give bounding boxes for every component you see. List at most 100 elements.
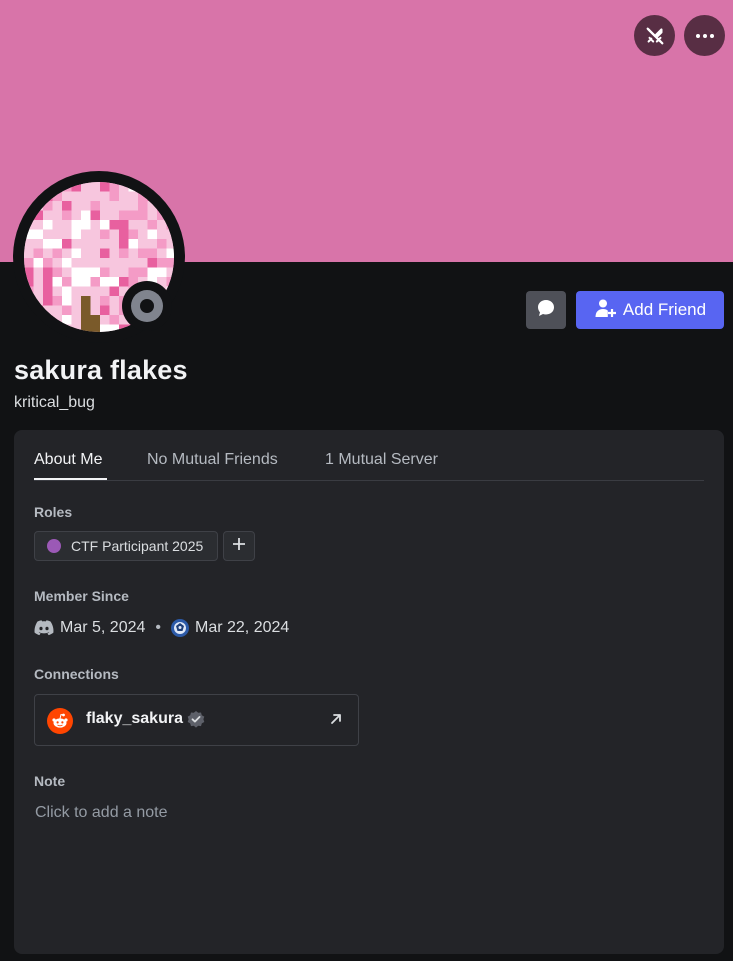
add-role-button[interactable]	[223, 531, 255, 561]
avatar-pixel	[109, 305, 119, 315]
avatar-pixel	[100, 267, 110, 277]
avatar-pixel	[138, 267, 148, 277]
avatar-pixel	[128, 239, 138, 249]
avatar-pixel	[147, 258, 157, 268]
avatar-pixel	[128, 220, 138, 230]
avatar-pixel	[62, 267, 72, 277]
avatar-pixel	[128, 258, 138, 268]
add-friend-button[interactable]: Add Friend	[576, 291, 724, 329]
avatar-pixel	[71, 220, 81, 230]
avatar-pixel	[109, 258, 119, 268]
tab-mutual-friends[interactable]: No Mutual Friends	[147, 451, 278, 469]
avatar-pixel	[119, 258, 129, 268]
avatar-pixel	[109, 182, 119, 192]
member-since-row: Mar 5, 2024 • Mar 22, 2024	[34, 617, 289, 639]
avatar-pixel	[119, 229, 129, 239]
avatar-pixel	[43, 267, 53, 277]
avatar-pixel	[81, 277, 91, 287]
avatar-pixel	[33, 324, 43, 332]
avatar-pixel	[81, 286, 91, 296]
avatar-pixel	[90, 286, 100, 296]
avatar-pixel	[90, 277, 100, 287]
avatar-pixel	[62, 191, 72, 201]
avatar-pixel	[138, 248, 148, 258]
message-button[interactable]	[526, 291, 566, 329]
avatar-pixel	[100, 296, 110, 306]
avatar-pixel	[71, 229, 81, 239]
role-pill[interactable]: CTF Participant 2025	[34, 531, 218, 561]
plus-icon	[233, 537, 245, 555]
avatar-pixel	[100, 201, 110, 211]
discord-join-date: Mar 5, 2024	[60, 619, 146, 636]
avatar-pixel	[128, 267, 138, 277]
avatar-pixel	[100, 229, 110, 239]
server-join-date: Mar 22, 2024	[195, 619, 290, 636]
tab-about-me[interactable]: About Me	[34, 451, 102, 469]
avatar-pixel	[52, 229, 62, 239]
avatar-pixel	[33, 239, 43, 249]
chat-bubble-icon	[536, 298, 556, 323]
avatar-pixel	[62, 258, 72, 268]
server-icon	[171, 619, 189, 637]
avatar-pixel	[43, 277, 53, 287]
avatar-pixel	[147, 239, 157, 249]
avatar-pixel	[81, 248, 91, 258]
avatar-pixel	[119, 248, 129, 258]
avatar-pixel	[90, 229, 100, 239]
offline-status-icon	[131, 290, 163, 322]
avatar-pixel	[119, 220, 129, 230]
profile-details-card: About Me No Mutual Friends 1 Mutual Serv…	[14, 430, 724, 954]
avatar-pixel	[90, 248, 100, 258]
avatar-pixel	[119, 277, 129, 287]
tab-mutual-servers[interactable]: 1 Mutual Server	[325, 451, 438, 469]
avatar-pixel	[90, 210, 100, 220]
avatar-pixel	[81, 239, 91, 249]
avatar-pixel	[43, 220, 53, 230]
avatar-pixel	[128, 201, 138, 211]
avatar-pixel	[100, 248, 110, 258]
avatar-pixel	[90, 324, 100, 332]
avatar-pixel	[62, 248, 72, 258]
avatar-pixel	[52, 258, 62, 268]
swords-button[interactable]	[634, 15, 675, 56]
avatar-pixel	[33, 248, 43, 258]
avatar-pixel	[81, 267, 91, 277]
avatar-pixel	[71, 277, 81, 287]
more-options-button[interactable]	[684, 15, 725, 56]
avatar-pixel	[138, 201, 148, 211]
avatar-pixel	[147, 210, 157, 220]
avatar-pixel	[119, 210, 129, 220]
role-color-icon	[47, 539, 61, 553]
add-friend-label: Add Friend	[622, 300, 707, 319]
avatar-pixel	[166, 248, 174, 258]
connection-reddit[interactable]: flaky_sakura	[34, 694, 359, 746]
discord-logo-icon	[34, 620, 54, 636]
avatar-pixel	[90, 191, 100, 201]
add-friend-icon	[594, 298, 616, 323]
note-input[interactable]: Click to add a note	[35, 804, 168, 822]
separator: •	[155, 619, 161, 636]
avatar-pixel	[52, 239, 62, 249]
avatar-pixel	[43, 286, 53, 296]
avatar-pixel	[157, 229, 167, 239]
avatar-pixel	[71, 267, 81, 277]
external-link-icon[interactable]	[329, 712, 343, 731]
more-options-icon	[695, 33, 715, 39]
avatar-pixel	[62, 220, 72, 230]
avatar-pixel	[81, 210, 91, 220]
avatar-pixel	[109, 277, 119, 287]
avatar-pixel	[62, 229, 72, 239]
avatar-pixel	[90, 201, 100, 211]
avatar-pixel	[157, 220, 167, 230]
avatar-pixel	[24, 267, 34, 277]
avatar-pixel	[81, 305, 91, 315]
avatar-pixel	[109, 267, 119, 277]
avatar-pixel	[138, 210, 148, 220]
note-heading: Note	[34, 773, 66, 789]
avatar-pixel	[43, 248, 53, 258]
avatar-pixel	[100, 220, 110, 230]
avatar-pixel	[81, 258, 91, 268]
avatar-pixel	[100, 315, 110, 325]
avatar-pixel	[147, 248, 157, 258]
display-name: sakura flakes	[14, 355, 188, 385]
